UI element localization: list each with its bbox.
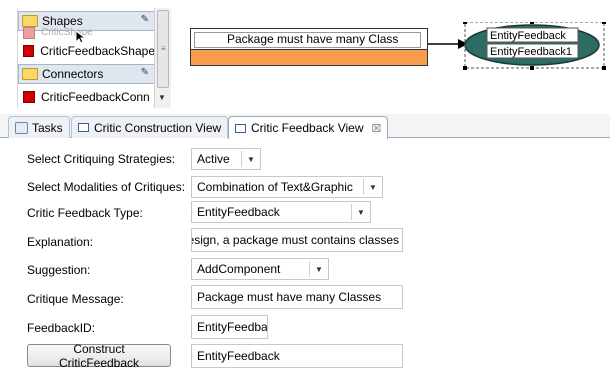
mouse-cursor-icon: [75, 30, 87, 44]
construct-criticfeedback-button[interactable]: Construct CriticFeedback: [27, 342, 171, 370]
selection-handle[interactable]: [463, 66, 467, 70]
construct-result-input[interactable]: EntityFeedback: [191, 344, 403, 368]
drawer-label: Connectors: [42, 67, 104, 81]
palette-entry-criticfeedbackconn[interactable]: CriticFeedbackConn: [18, 87, 155, 107]
critique-message-input[interactable]: Package must have many Classes: [191, 285, 403, 309]
chevron-down-icon[interactable]: ▼: [158, 93, 166, 102]
selection-handle[interactable]: [602, 22, 606, 24]
entry-label: CriticFeedbackShape: [40, 44, 155, 58]
tab-critic-construction-view[interactable]: Critic Construction View: [71, 116, 229, 138]
feedback-type-select[interactable]: EntityFeedback ▼: [191, 201, 371, 223]
feedback-id-input[interactable]: EntityFeedba: [191, 315, 268, 339]
critique-message-value: Package must have many Classes: [197, 290, 382, 304]
selection-handle[interactable]: [602, 66, 606, 70]
explanation-label: Explanation:: [27, 235, 94, 249]
tab-critic-feedback-view[interactable]: Critic Feedback View ☒: [228, 116, 389, 139]
shape-icon: [23, 27, 35, 39]
modalities-select[interactable]: Combination of Text&Graphic ▼: [191, 176, 383, 198]
tab-label: Critic Construction View: [94, 120, 222, 135]
tasks-icon: [15, 121, 28, 134]
tab-tasks[interactable]: Tasks: [8, 116, 70, 138]
feedback-id-value: EntityFeedba: [197, 320, 268, 334]
modalities-label: Select Modalities of Critiques:: [27, 180, 186, 194]
scrollbar-thumb[interactable]: ≡: [157, 10, 169, 88]
selection-handle[interactable]: [463, 22, 467, 24]
palette-drawer-connectors[interactable]: Connectors ✎: [18, 64, 155, 84]
suggestion-label: Suggestion:: [27, 263, 91, 277]
chevron-down-icon[interactable]: ▼: [363, 179, 382, 195]
strategies-value: Active: [197, 152, 230, 166]
feedback-id-label: FeedbackID:: [27, 321, 96, 335]
package-node-frame: [194, 32, 421, 48]
critic-feedback-form: Select Critiquing Strategies: Active ▼ S…: [0, 139, 610, 371]
entry-label: CriticFeedbackConn: [41, 90, 150, 104]
entity-label-2[interactable]: EntityFeedback1: [490, 46, 572, 58]
view-icon: [78, 123, 89, 132]
feedback-type-value: EntityFeedback: [197, 205, 280, 219]
view-tab-bar: Tasks Critic Construction View Critic Fe…: [0, 114, 610, 139]
selection-handle[interactable]: [530, 66, 534, 70]
tab-label: Tasks: [32, 120, 63, 135]
selection-handle[interactable]: [530, 22, 534, 24]
folder-icon: [22, 68, 38, 80]
drawer-label: Shapes: [42, 14, 83, 28]
view-icon: [235, 123, 246, 133]
construct-result-value: EntityFeedback: [197, 349, 280, 363]
shape-icon: [23, 45, 35, 57]
palette-entry-criticfeedbackshape[interactable]: CriticFeedbackShape: [18, 41, 155, 61]
palette: Shapes ✎ CriticShape CriticFeedbackShape…: [17, 8, 172, 108]
chevron-down-icon[interactable]: ▼: [351, 204, 370, 220]
chevron-down-icon[interactable]: ▼: [241, 151, 260, 167]
entity-label-1[interactable]: EntityFeedback: [490, 30, 566, 42]
tab-label: Critic Feedback View: [251, 121, 364, 135]
pin-icon[interactable]: ✎: [141, 14, 149, 25]
critique-message-label: Critique Message:: [27, 292, 124, 306]
strategies-label: Select Critiquing Strategies:: [27, 152, 176, 166]
suggestion-select[interactable]: AddComponent ▼: [191, 258, 329, 280]
folder-icon: [22, 15, 38, 27]
modalities-value: Combination of Text&Graphic: [197, 180, 353, 194]
explanation-input[interactable]: esign, a package must contains classes: [191, 228, 403, 252]
chevron-down-icon[interactable]: ▼: [309, 261, 328, 277]
pin-icon[interactable]: ✎: [141, 67, 149, 78]
palette-scrollbar[interactable]: ≡ ▼: [154, 8, 171, 108]
close-icon[interactable]: ☒: [372, 122, 382, 135]
connection-icon: [23, 91, 35, 103]
explanation-value: esign, a package must contains classes: [191, 233, 399, 247]
entity-feedback-graphic: EntityFeedback EntityFeedback1: [428, 22, 606, 70]
strategies-select[interactable]: Active ▼: [191, 148, 261, 170]
package-node[interactable]: Package must have many Class: [190, 28, 428, 66]
feedback-type-label: Critic Feedback Type:: [27, 206, 143, 220]
suggestion-value: AddComponent: [197, 262, 281, 276]
